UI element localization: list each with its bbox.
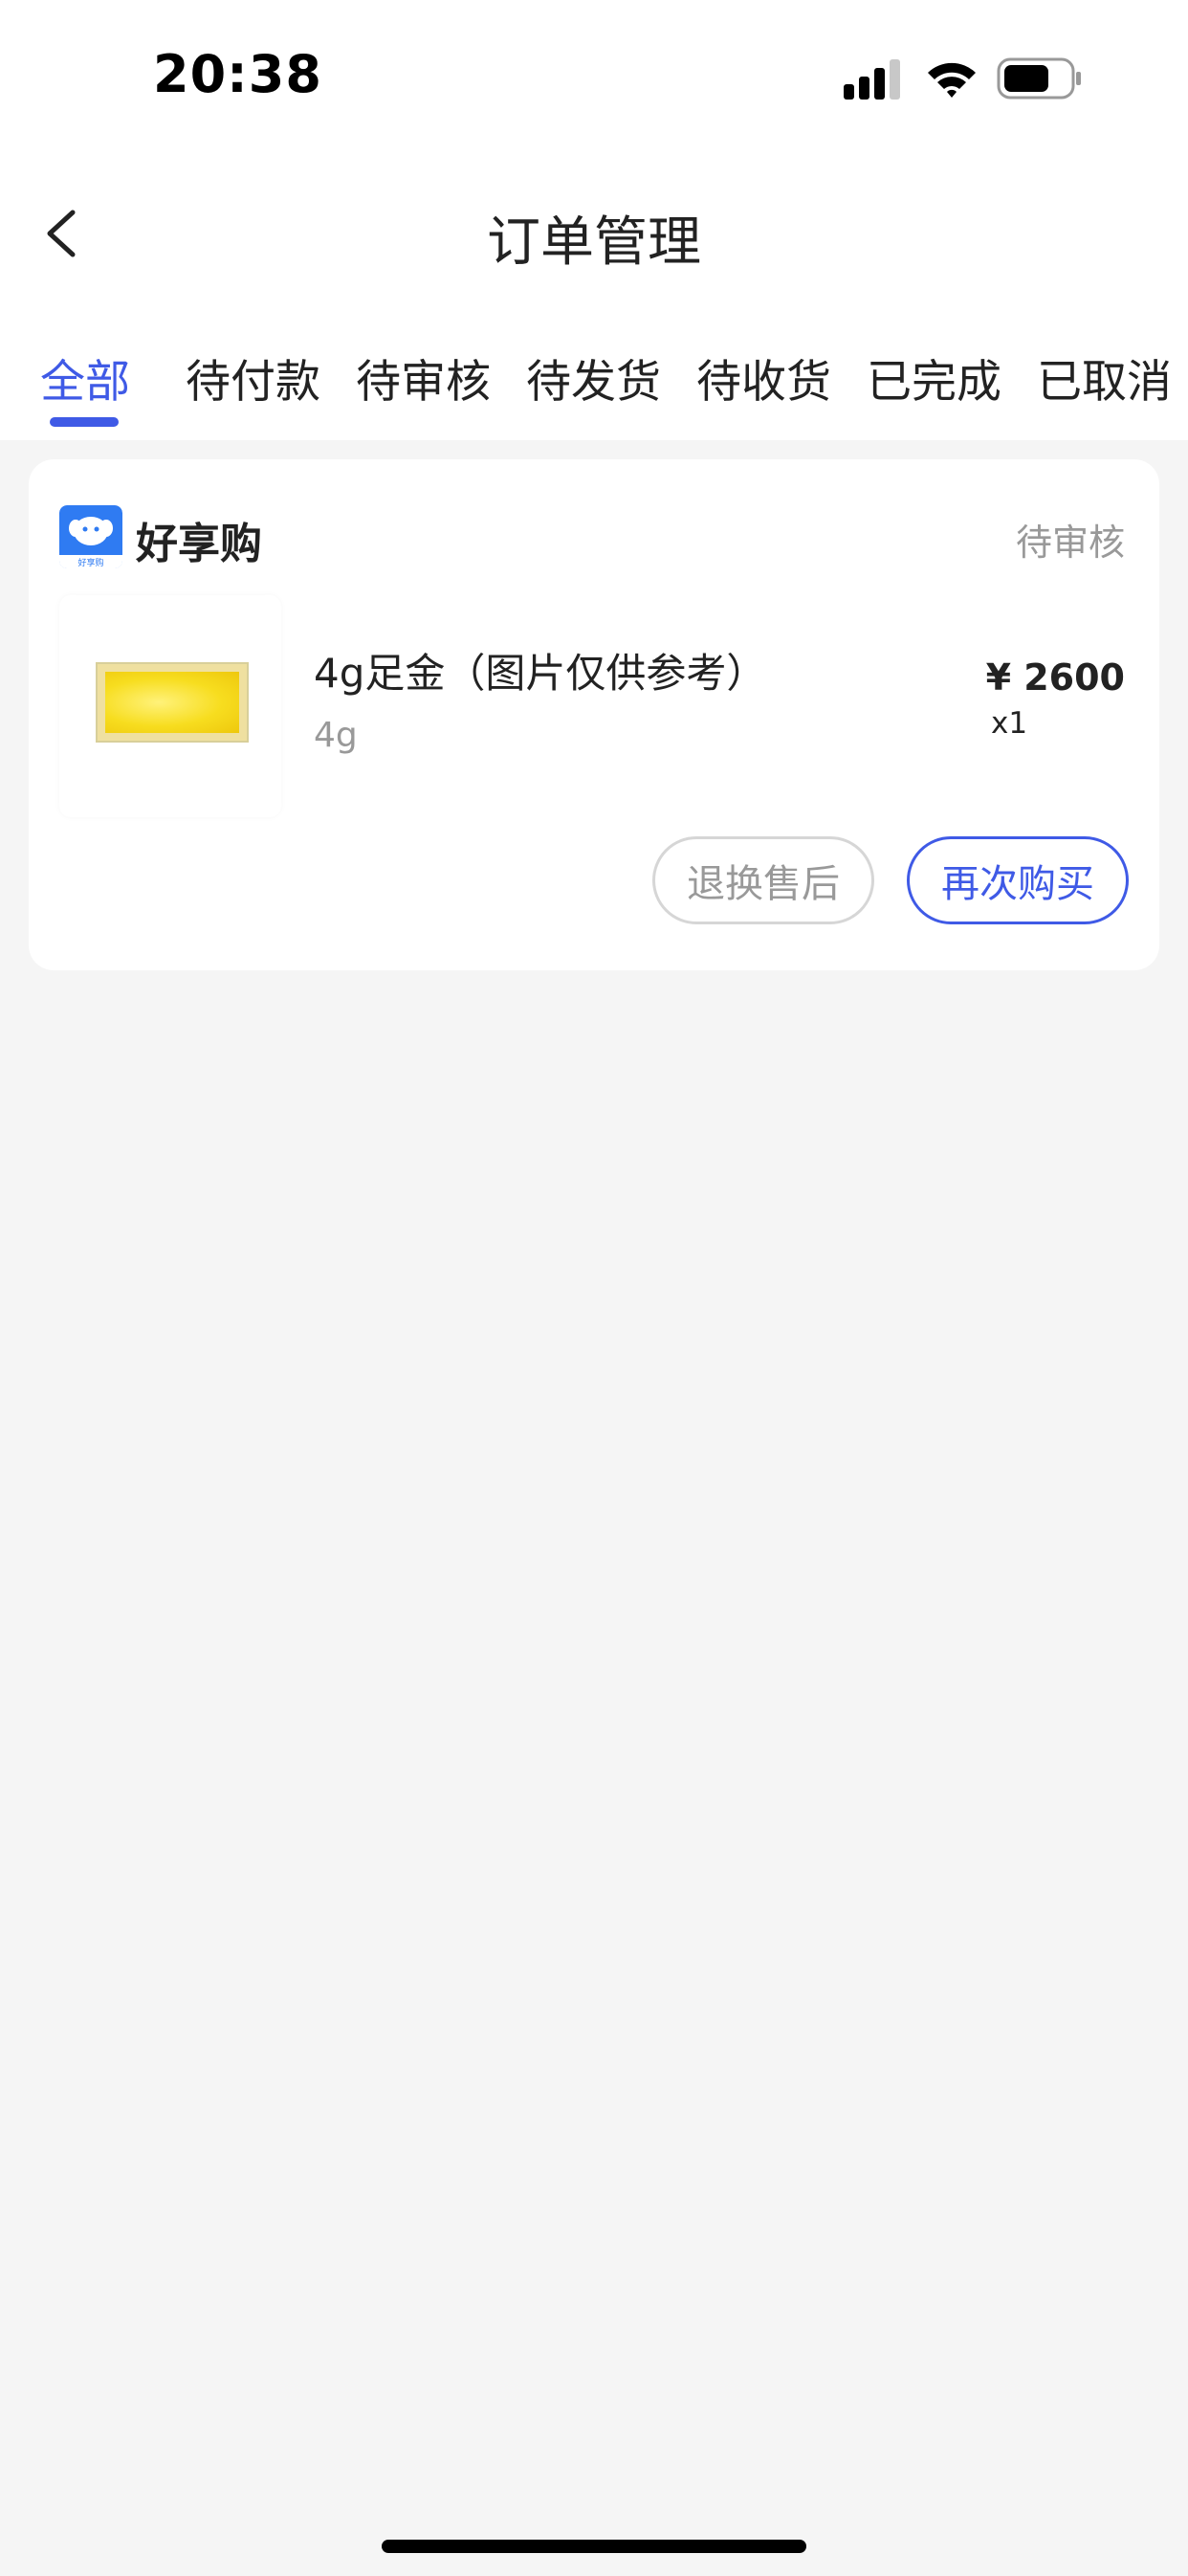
rebuy-button[interactable]: 再次购买 — [907, 836, 1129, 924]
product-quantity: x1 — [991, 706, 1028, 741]
tab-pending-shipment[interactable]: 待发货 — [526, 344, 661, 411]
signal-icon — [844, 59, 900, 100]
tab-pending-review[interactable]: 待审核 — [356, 344, 491, 411]
gold-bar-surface — [105, 672, 239, 733]
order-card[interactable]: 好享购 好享购 待审核 4g足金（图片仅供参考） 4g ¥ 2600 x1 退换… — [29, 459, 1159, 970]
navigation-header: 订单管理 — [0, 163, 1188, 306]
wifi-icon — [928, 62, 976, 98]
status-bar: 20:38 — [0, 0, 1188, 163]
order-status-tabs: 全部 待付款 待审核 待发货 待收货 已完成 已取消 — [0, 306, 1188, 440]
product-spec: 4g — [314, 716, 358, 755]
tab-pending-payment[interactable]: 待付款 — [186, 344, 320, 411]
gold-bar-image — [96, 662, 249, 743]
tab-cancelled[interactable]: 已取消 — [1037, 344, 1172, 411]
page-title: 订单管理 — [487, 211, 701, 274]
shop-logo-text: 好享购 — [77, 557, 103, 568]
shop-logo: 好享购 — [59, 505, 122, 568]
tab-all[interactable]: 全部 — [40, 344, 130, 411]
tab-pending-receipt[interactable]: 待收货 — [696, 344, 831, 411]
shop-name: 好享购 — [136, 520, 262, 568]
product-price: ¥ 2600 — [985, 656, 1125, 699]
active-tab-indicator — [50, 417, 119, 427]
home-indicator — [382, 2540, 806, 2553]
order-status-label: 待审核 — [1015, 522, 1125, 564]
aftersale-button[interactable]: 退换售后 — [652, 836, 874, 924]
battery-icon — [997, 57, 1081, 100]
product-image[interactable] — [59, 595, 281, 817]
status-time: 20:38 — [153, 44, 322, 104]
tab-completed[interactable]: 已完成 — [867, 344, 1001, 411]
product-name[interactable]: 4g足金（图片仅供参考） — [314, 641, 766, 700]
